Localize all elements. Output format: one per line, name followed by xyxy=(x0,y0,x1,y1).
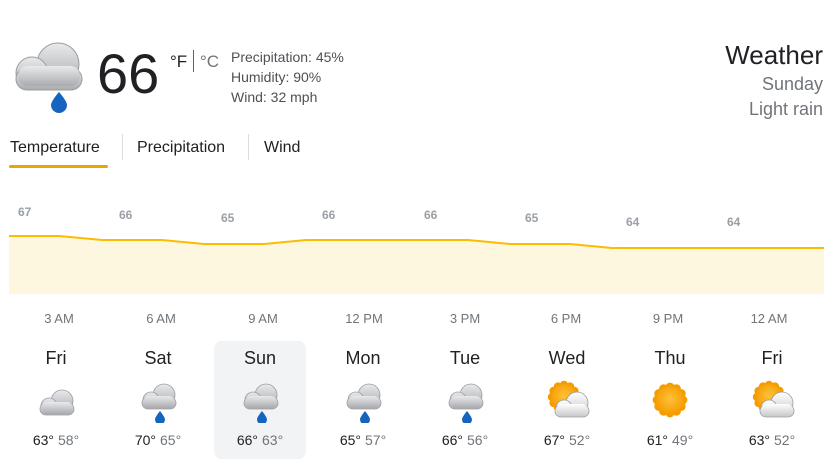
rain-cloud-icon xyxy=(134,375,182,425)
partly-cloudy-icon xyxy=(543,375,591,423)
sun-icon xyxy=(646,375,694,423)
current-temperature: 66 xyxy=(97,42,160,105)
day-card[interactable]: Sun 66° 63° xyxy=(214,341,306,459)
chart-value-label: 66 xyxy=(424,208,438,222)
time-label: 3 PM xyxy=(449,311,481,326)
high-temperature: 66° xyxy=(441,432,463,448)
chart-value-label: 65 xyxy=(221,211,235,225)
day-temperatures: 66° 63° xyxy=(214,432,306,448)
low-temperature: 52° xyxy=(774,432,796,448)
chart-value-label: 67 xyxy=(18,205,32,219)
low-temperature: 57° xyxy=(365,432,387,448)
humidity-detail: Humidity: 90% xyxy=(231,69,322,85)
low-temperature: 52° xyxy=(569,432,591,448)
time-label: 12 AM xyxy=(750,311,788,326)
day-name: Fri xyxy=(761,348,783,368)
precipitation-detail: Precipitation: 45% xyxy=(231,49,344,65)
chart-value-label: 65 xyxy=(525,211,539,225)
current-day: Sunday xyxy=(761,74,823,94)
day-card[interactable]: Tue 66° 56° xyxy=(419,341,511,459)
high-temperature: 61° xyxy=(646,432,668,448)
high-temperature: 67° xyxy=(543,432,565,448)
unit-divider xyxy=(193,50,194,72)
chart-value-label: 66 xyxy=(119,208,133,222)
day-name: Wed xyxy=(548,348,586,368)
day-name: Mon xyxy=(345,348,381,368)
day-name: Thu xyxy=(654,348,686,368)
tab-precipitation[interactable]: Precipitation xyxy=(135,139,227,157)
day-temperatures: 70° 65° xyxy=(112,432,204,448)
chart-value-label: 66 xyxy=(322,208,336,222)
time-label: 6 AM xyxy=(146,311,176,326)
high-temperature: 65° xyxy=(339,432,361,448)
day-temperatures: 67° 52° xyxy=(521,432,613,448)
current-weather-icon xyxy=(8,38,88,114)
day-name: Sat xyxy=(144,348,172,368)
day-temperatures: 66° 56° xyxy=(419,432,511,448)
time-label: 3 AM xyxy=(44,311,74,326)
tab-temperature[interactable]: Temperature xyxy=(8,139,102,157)
day-temperatures: 63° 52° xyxy=(726,432,818,448)
day-name: Sun xyxy=(243,348,277,368)
day-name: Fri xyxy=(45,348,67,368)
low-temperature: 49° xyxy=(672,432,694,448)
tab-divider xyxy=(122,134,123,160)
chart-value-label: 64 xyxy=(727,215,741,229)
day-card[interactable]: Sat 70° 65° xyxy=(112,341,204,459)
rain-cloud-icon xyxy=(236,375,284,425)
cloud-icon xyxy=(32,375,80,423)
celsius-toggle[interactable]: °C xyxy=(200,52,219,72)
chart-value-label: 64 xyxy=(626,215,640,229)
chart-area-fill xyxy=(9,236,824,294)
time-label: 9 AM xyxy=(248,311,278,326)
day-name: Tue xyxy=(449,348,481,368)
day-temperatures: 65° 57° xyxy=(317,432,409,448)
day-card[interactable]: Fri 63° 52° xyxy=(726,341,818,459)
time-label: 6 PM xyxy=(550,311,582,326)
time-label: 9 PM xyxy=(652,311,684,326)
day-card[interactable]: Fri 63° 58° xyxy=(10,341,102,459)
day-temperatures: 63° 58° xyxy=(10,432,102,448)
rain-cloud-icon xyxy=(441,375,489,425)
active-tab-indicator xyxy=(9,165,108,168)
low-temperature: 65° xyxy=(160,432,182,448)
high-temperature: 66° xyxy=(236,432,258,448)
rain-cloud-icon xyxy=(339,375,387,425)
day-temperatures: 61° 49° xyxy=(624,432,716,448)
tab-divider xyxy=(248,134,249,160)
tab-wind[interactable]: Wind xyxy=(262,139,302,157)
day-card[interactable]: Wed 67° 52° xyxy=(521,341,613,459)
temperature-chart: 67 66 65 66 66 65 64 64 xyxy=(9,205,824,294)
wind-detail: Wind: 32 mph xyxy=(231,89,318,105)
high-temperature: 63° xyxy=(32,432,54,448)
partly-cloudy-icon xyxy=(748,375,796,423)
time-label: 12 PM xyxy=(345,311,383,326)
day-card[interactable]: Mon 65° 57° xyxy=(317,341,409,459)
high-temperature: 70° xyxy=(134,432,156,448)
low-temperature: 58° xyxy=(58,432,80,448)
low-temperature: 56° xyxy=(467,432,489,448)
day-card[interactable]: Thu 61° 49° xyxy=(624,341,716,459)
fahrenheit-toggle[interactable]: °F xyxy=(170,52,187,72)
widget-title: Weather xyxy=(725,40,823,70)
low-temperature: 63° xyxy=(262,432,284,448)
current-condition: Light rain xyxy=(748,99,823,119)
high-temperature: 63° xyxy=(748,432,770,448)
